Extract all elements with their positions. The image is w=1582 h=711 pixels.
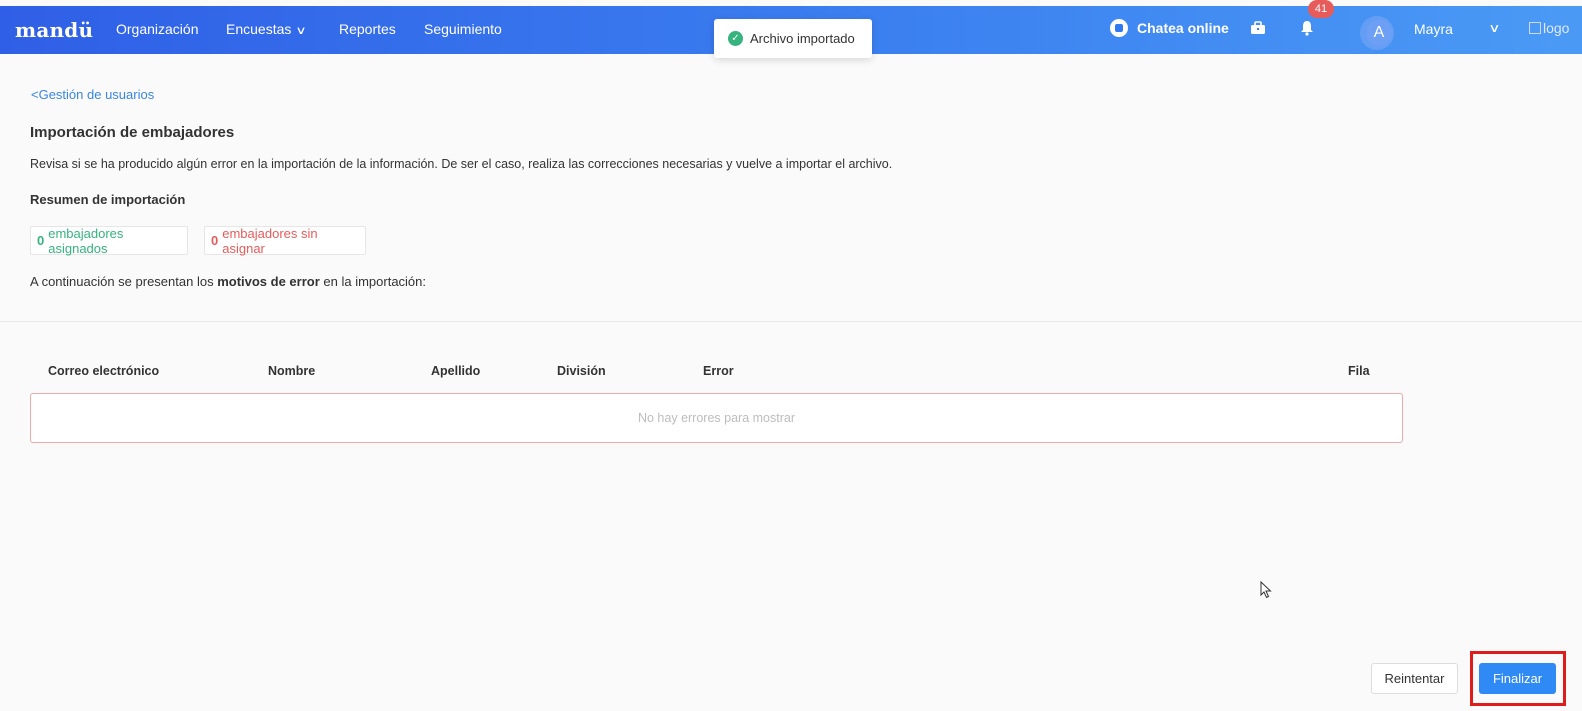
- column-header-name: Nombre: [268, 364, 316, 378]
- chat-bubble-icon: [1110, 19, 1128, 37]
- broken-image-icon: [1529, 22, 1541, 34]
- user-avatar-button[interactable]: A: [1360, 16, 1394, 50]
- check-circle-icon: ✓: [728, 31, 743, 46]
- empty-table-message: No hay errores para mostrar: [30, 393, 1403, 443]
- column-header-division: División: [557, 364, 606, 378]
- chat-online-button[interactable]: Chatea online: [1110, 19, 1229, 37]
- column-header-row: Fila: [1348, 364, 1370, 378]
- nav-item-organizacion[interactable]: Organización: [116, 21, 199, 37]
- nav-item-label: Reportes: [339, 21, 396, 37]
- nav-item-label: Organización: [116, 21, 199, 37]
- mouse-cursor-icon: [1260, 580, 1272, 604]
- chat-online-label: Chatea online: [1137, 20, 1229, 36]
- nav-item-label: Seguimiento: [424, 21, 502, 37]
- assigned-count-badge: 0 embajadores asignados: [30, 225, 188, 256]
- brand-logo-text[interactable]: mandü: [15, 18, 93, 42]
- unassigned-count-badge: 0 embajadores sin asignar: [204, 225, 366, 256]
- intro-text-end: en la importación:: [319, 274, 427, 289]
- finish-button[interactable]: Finalizar: [1479, 663, 1556, 694]
- nav-item-encuestas[interactable]: Encuestas ∨: [226, 21, 308, 37]
- column-header-error: Error: [703, 364, 734, 378]
- chevron-down-icon[interactable]: ∨: [1488, 21, 1500, 35]
- chevron-left-icon: <: [31, 87, 39, 102]
- section-divider: [0, 321, 1582, 322]
- page-description: Revisa si se ha producido algún error en…: [30, 157, 893, 171]
- toast-message: Archivo importado: [750, 31, 855, 46]
- error-intro-text: A continuación se presentan los motivos …: [30, 274, 426, 289]
- notification-badge: 41: [1308, 0, 1334, 18]
- retry-button[interactable]: Reintentar: [1371, 663, 1458, 694]
- unassigned-label: embajadores sin asignar: [222, 225, 318, 256]
- nav-item-reportes[interactable]: Reportes: [339, 21, 396, 37]
- chevron-down-icon: ∨: [295, 25, 308, 37]
- success-toast: ✓ Archivo importado: [714, 19, 872, 58]
- avatar: A: [1366, 20, 1392, 46]
- user-name[interactable]: Mayra: [1414, 21, 1453, 37]
- page-title: Importación de embajadores: [30, 124, 235, 141]
- assigned-count: 0: [37, 233, 45, 248]
- intro-text-start: A continuación se presentan los: [30, 274, 218, 289]
- company-logo-alt-text: logo: [1543, 20, 1570, 36]
- column-header-email: Correo electrónico: [48, 364, 160, 378]
- intro-text-bold: motivos de error: [217, 274, 320, 289]
- company-logo-image: logo: [1529, 20, 1582, 36]
- summary-title: Resumen de importación: [30, 192, 186, 207]
- nav-item-label: Encuestas: [226, 21, 292, 37]
- nav-item-seguimiento[interactable]: Seguimiento: [424, 21, 502, 37]
- bell-icon[interactable]: [1300, 20, 1314, 41]
- back-link[interactable]: <Gestión de usuarios: [31, 87, 154, 102]
- assigned-label: embajadores asignados: [48, 225, 124, 256]
- column-header-lastname: Apellido: [431, 364, 481, 378]
- briefcase-icon[interactable]: [1250, 21, 1266, 38]
- unassigned-count: 0: [211, 233, 219, 248]
- back-link-label: Gestión de usuarios: [38, 87, 155, 102]
